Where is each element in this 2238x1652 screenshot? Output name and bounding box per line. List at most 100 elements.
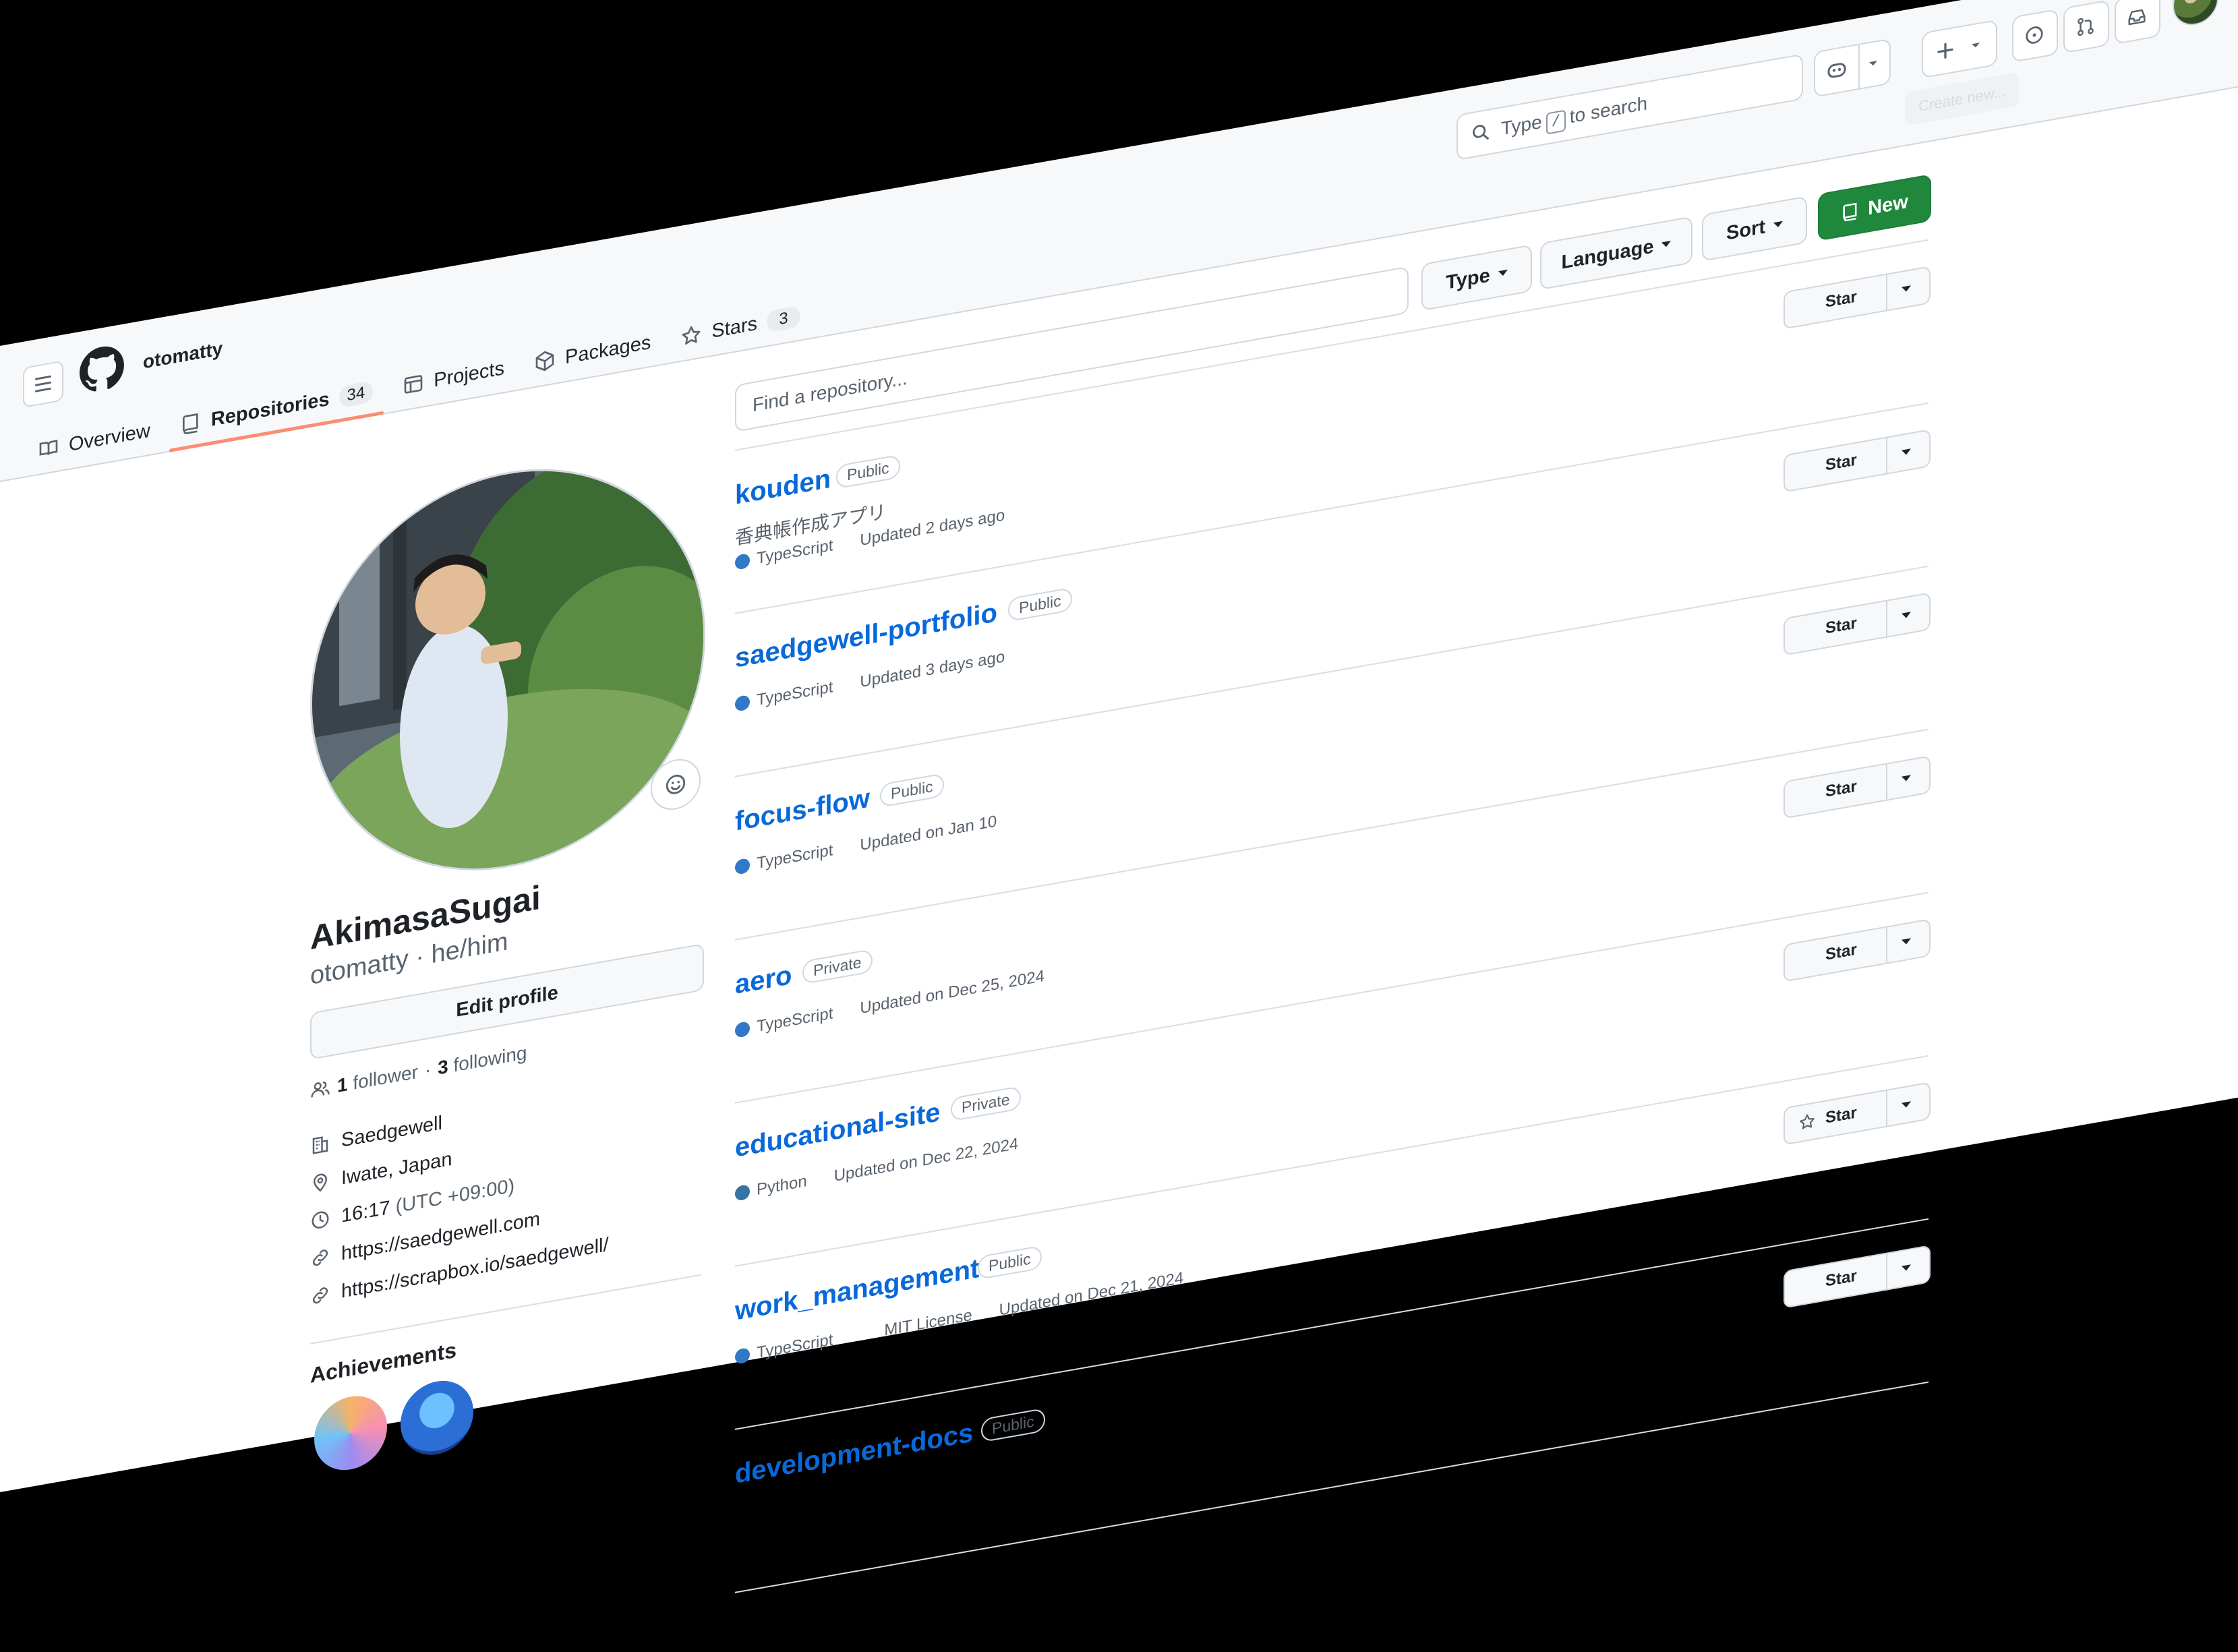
star-list-dropdown-icon: [1902, 612, 1911, 619]
repo-language: TypeScript: [735, 1004, 833, 1040]
activity-sparkline: [1736, 641, 1928, 722]
achievement-yolo-badge[interactable]: [314, 1390, 387, 1476]
star-icon: [1799, 1288, 1816, 1295]
language-filter-button[interactable]: Language: [1540, 216, 1692, 291]
visibility-label: Public: [880, 773, 944, 808]
achievement-shark-badge[interactable]: [401, 1375, 473, 1461]
followers-link[interactable]: 1 follower: [337, 1061, 418, 1097]
star-list-dropdown-icon: [1902, 285, 1911, 293]
profile-details: Saedgewell Iwate, Japan 16:17 (UTC +09:0…: [310, 1075, 609, 1316]
type-filter-button[interactable]: Type: [1421, 244, 1532, 312]
repo-name-link[interactable]: aero: [735, 960, 792, 1001]
repo-language: TypeScript: [735, 841, 833, 877]
repo-language: Python: [735, 1172, 807, 1204]
link-icon: [312, 1249, 328, 1266]
table-icon: [404, 375, 423, 394]
issues-button[interactable]: [2012, 8, 2058, 63]
repo-name-link[interactable]: focus-flow: [735, 784, 870, 837]
tab-overview[interactable]: Overview: [23, 405, 165, 477]
search-shortcut-key: /: [1545, 109, 1566, 135]
global-search-input[interactable]: Type / to search: [1456, 53, 1803, 161]
repo-updated: Updated on Dec 25, 2024: [860, 966, 1044, 1018]
language-color-dot: [735, 1020, 750, 1038]
activity-sparkline: [1736, 968, 1928, 1049]
star-icon: [1799, 961, 1816, 969]
repo-updated: Updated on Dec 22, 2024: [833, 1134, 1019, 1185]
visibility-label: Public: [981, 1407, 1045, 1443]
tab-packages[interactable]: Packages: [519, 316, 666, 389]
repo-language: TypeScript: [735, 678, 833, 714]
profile-nav: Overview Repositories 34 Projects Packag…: [23, 290, 815, 477]
law-icon: [860, 1337, 878, 1345]
language-color-dot: [735, 1183, 750, 1202]
clock-icon: [312, 1211, 329, 1229]
follow-separator: ·: [424, 1059, 432, 1081]
visibility-label: Public: [978, 1245, 1042, 1280]
star-icon: [1799, 785, 1816, 806]
github-profile-page: otomatty Type/to search Create new...: [0, 0, 2238, 1593]
caret-down-icon: [1773, 220, 1783, 229]
github-logo-icon[interactable]: [80, 343, 124, 396]
repo-name-link[interactable]: kouden: [735, 464, 831, 511]
inbox-button[interactable]: [2115, 0, 2160, 45]
repo-updated: Updated on Jan 10: [860, 812, 997, 855]
link-icon: [312, 1287, 328, 1304]
create-new-tooltip: Create new...: [1906, 72, 2019, 126]
stars-count: 3: [767, 305, 801, 333]
repo-icon: [182, 413, 198, 434]
sort-button[interactable]: Sort: [1702, 196, 1807, 262]
tab-repositories[interactable]: Repositories 34: [165, 365, 388, 452]
star-icon: [1799, 622, 1816, 643]
star-icon: [1799, 295, 1816, 316]
smiley-icon: [666, 774, 686, 794]
user-avatar-menu[interactable]: [2173, 0, 2218, 29]
inbox-icon: [2128, 9, 2146, 26]
book-icon: [39, 440, 58, 456]
language-color-dot: [735, 1347, 750, 1365]
repo-icon: [1843, 202, 1857, 222]
search-placeholder: Type / to search: [1501, 92, 1648, 140]
profile-avatar[interactable]: [310, 437, 705, 902]
location-icon: [313, 1173, 328, 1192]
activity-sparkline: [1736, 804, 1928, 885]
copilot-button[interactable]: [1814, 38, 1891, 98]
star-list-dropdown-icon: [1902, 448, 1911, 456]
star-list-dropdown-icon: [1902, 775, 1911, 782]
achievements-heading: Achievements: [310, 1337, 457, 1388]
repo-license[interactable]: MIT License: [860, 1306, 972, 1345]
tab-stars[interactable]: Stars 3: [666, 290, 815, 363]
chevron-down-icon: [1972, 42, 1980, 48]
star-icon: [1799, 467, 1816, 479]
repo-name-link[interactable]: development-docs: [735, 1417, 973, 1489]
activity-sparkline: [1736, 1294, 1928, 1375]
pull-requests-button[interactable]: [2063, 0, 2109, 54]
star-list-dropdown-icon: [1902, 938, 1911, 945]
language-color-dot: [735, 694, 750, 712]
tab-projects[interactable]: Projects: [388, 342, 519, 412]
search-icon: [1473, 125, 1489, 140]
repo-updated: Updated on Dec 21, 2024: [999, 1268, 1184, 1320]
star-icon: [682, 326, 701, 345]
create-new-button[interactable]: [1922, 19, 1997, 79]
new-repository-button[interactable]: New: [1818, 173, 1931, 241]
following-link[interactable]: 3 following: [438, 1042, 527, 1079]
git-pull-request-icon: [2078, 18, 2094, 36]
screenshot-stage: otomatty Type/to search Create new...: [0, 0, 2238, 1652]
profile-photo: [312, 440, 705, 900]
visibility-label: Private: [802, 948, 873, 985]
language-color-dot: [735, 552, 750, 570]
activity-sparkline: [1736, 1131, 1928, 1212]
visibility-label: Private: [951, 1086, 1021, 1122]
caret-down-icon: [1498, 269, 1508, 277]
menu-button[interactable]: [23, 360, 63, 409]
repo-language: TypeScript: [735, 1330, 833, 1367]
chevron-down-icon: [1869, 61, 1877, 66]
owner-name[interactable]: otomatty: [143, 338, 223, 374]
language-color-dot: [735, 857, 750, 875]
issue-opened-icon: [2026, 26, 2043, 44]
caret-down-icon: [1661, 240, 1672, 248]
people-icon: [311, 1081, 330, 1098]
repo-updated: Updated 3 days ago: [860, 647, 1005, 692]
star-list-dropdown-icon: [1902, 1101, 1911, 1109]
organization-icon: [312, 1136, 328, 1154]
